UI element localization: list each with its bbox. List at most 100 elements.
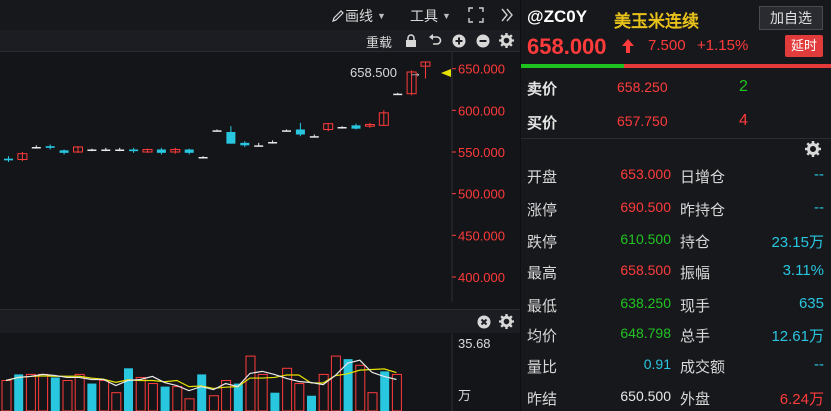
- volume-bar: [172, 386, 183, 411]
- price-tick-label: 450.000: [458, 228, 505, 243]
- candle-body: [351, 125, 361, 129]
- stat-value: 690.500: [620, 199, 671, 215]
- candle-body: [115, 149, 125, 151]
- price-axis-ticks: 650.000 600.000 550.000 500.000 450.000 400.0…: [452, 62, 505, 285]
- stats-row: 量比 0.91 成交额 --: [521, 356, 831, 382]
- draw-line-button[interactable]: 画线 ▼: [331, 6, 386, 26]
- volume-bar: [25, 373, 36, 411]
- stat-label: 均价: [527, 328, 558, 345]
- volume-unit-label: 万: [458, 388, 471, 403]
- price-tick-label: 400.000: [458, 270, 505, 285]
- candle-body: [45, 146, 55, 148]
- buy-label: 买价: [527, 115, 558, 132]
- volume-bar: [355, 364, 366, 411]
- tools-button[interactable]: 工具 ▼: [410, 6, 451, 26]
- candle-body: [295, 129, 305, 135]
- candlestick-chart[interactable]: 650.000 600.000 550.000 500.000 450.000 400.0…: [0, 52, 520, 411]
- collapse-right-icon[interactable]: [501, 8, 513, 22]
- stat-value: 610.500: [620, 231, 671, 247]
- candle-body: [226, 132, 236, 144]
- candle-body: [129, 149, 139, 152]
- price-tick-label: 500.000: [458, 187, 505, 202]
- sell-row: 卖价 658.250 2: [521, 72, 831, 104]
- stat-label: 量比: [527, 359, 558, 376]
- candle-body: [212, 130, 222, 132]
- volume-bar: [62, 380, 73, 411]
- candle-body: [309, 136, 319, 138]
- volume-bar: [124, 368, 133, 411]
- stat-label: 成交额: [680, 359, 726, 376]
- stat-value: --: [814, 356, 824, 373]
- candle-body: [87, 149, 97, 151]
- quote-panel: @ZC0Y 美玉米连续 加自选 658.000 7.500 +1.15% 延时 …: [521, 0, 831, 411]
- last-price-marker-icon: [441, 69, 451, 77]
- candle-body: [337, 127, 347, 129]
- stats-row: 最高 658.500 振幅 3.11%: [521, 262, 831, 288]
- dropdown-arrow-icon: ▼: [377, 11, 386, 21]
- volume-bar: [367, 392, 378, 411]
- lock-icon[interactable]: [405, 34, 417, 48]
- volume-bar: [197, 374, 207, 411]
- zoom-in-icon[interactable]: [452, 34, 466, 48]
- buy-ratio-bar: [521, 64, 624, 68]
- sell-ratio-bar: [624, 64, 831, 68]
- stat-value: 6.24万: [779, 391, 824, 408]
- quote-settings-gear-icon[interactable]: [805, 141, 821, 157]
- stat-value: 653.000: [620, 166, 671, 182]
- stat-value: 638.250: [620, 295, 671, 311]
- stat-value: 23.15万: [771, 234, 824, 251]
- volume-bar: [184, 398, 195, 411]
- volume-settings-gear-icon[interactable]: [499, 314, 514, 329]
- volume-bar: [50, 377, 60, 411]
- volume-bar: [147, 383, 158, 411]
- volume-bar: [270, 392, 280, 411]
- dropdown-arrow-icon: ▼: [442, 11, 451, 21]
- volume-bar: [208, 395, 219, 411]
- volume-bar: [330, 355, 341, 411]
- contract-name: 美玉米连续: [614, 12, 699, 31]
- last-price-label: 658.500: [350, 65, 397, 80]
- price-change-percent: +1.15%: [697, 37, 749, 54]
- price-tick-label: 650.000: [458, 62, 505, 77]
- delay-badge: 延时: [785, 35, 823, 57]
- last-price-arrow: →: [409, 65, 422, 80]
- stat-value: 635: [798, 295, 824, 312]
- volume-bar: [87, 383, 97, 411]
- undo-icon[interactable]: [428, 34, 442, 48]
- volume-bars-group: [1, 355, 402, 411]
- divider: [521, 138, 831, 139]
- candle-body: [59, 150, 69, 153]
- stat-value: --: [814, 199, 824, 216]
- zoom-out-icon[interactable]: [476, 34, 490, 48]
- fullscreen-icon[interactable]: [468, 7, 484, 23]
- close-volume-icon[interactable]: [477, 315, 491, 329]
- stat-label: 总手: [680, 328, 711, 345]
- stat-label: 持仓: [680, 234, 711, 251]
- chart-sub-toolbar: 重载: [0, 30, 520, 52]
- candle-body: [254, 145, 264, 147]
- price-tick-label: 550.000: [458, 145, 505, 160]
- chart-panel: 画线 ▼ 工具 ▼ 重载 650.000 600.000 550.000 500…: [0, 0, 520, 411]
- stat-label: 日增仓: [680, 169, 726, 186]
- symbol-code: @ZC0Y: [527, 7, 588, 26]
- volume-bar: [391, 373, 402, 411]
- volume-toolbar: [0, 309, 520, 333]
- up-arrow-icon: [622, 39, 634, 53]
- volume-bar: [74, 373, 85, 411]
- candle-body: [282, 130, 291, 132]
- volume-axis-top-label: 35.68: [458, 336, 491, 351]
- volume-bar: [245, 355, 256, 411]
- buy-row: 买价 657.750 4: [521, 106, 831, 138]
- reload-button[interactable]: 重载: [366, 32, 392, 51]
- add-watchlist-button[interactable]: 加自选: [759, 6, 823, 30]
- settings-gear-icon[interactable]: [499, 33, 514, 48]
- candle-body: [31, 147, 41, 149]
- pencil-icon: [332, 10, 344, 22]
- volume-bar: [307, 395, 316, 411]
- candle-body: [198, 157, 208, 159]
- stat-value: 648.798: [620, 325, 671, 341]
- volume-bar: [38, 373, 49, 411]
- volume-bar: [160, 386, 170, 411]
- buy-price: 657.750: [617, 113, 668, 129]
- volume-bar: [1, 380, 12, 411]
